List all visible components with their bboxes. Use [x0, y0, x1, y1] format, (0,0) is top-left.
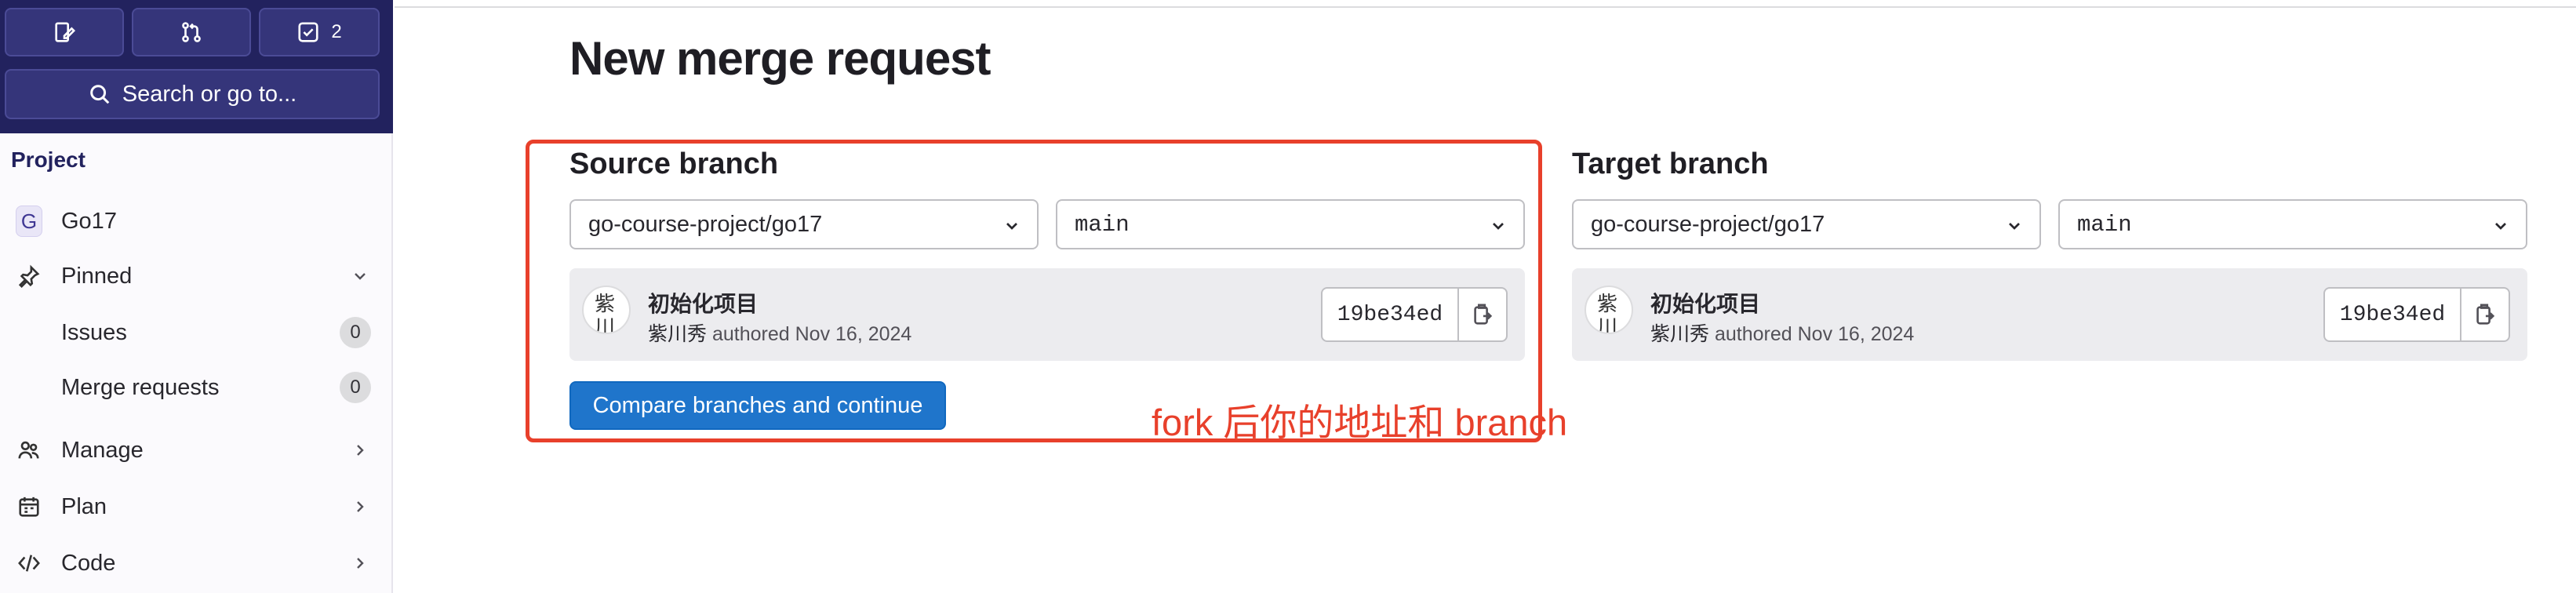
sidebar-item-label: Plan [61, 493, 107, 519]
copy-icon [2476, 304, 2495, 325]
sidebar-item-label: Manage [61, 437, 144, 463]
sidebar-item-code[interactable]: Code [0, 540, 393, 587]
merge-request-icon [182, 22, 201, 42]
sidebar-item-label: Code [61, 550, 116, 576]
todo-checkbox-icon [298, 22, 318, 42]
target-branch-value: main [2077, 211, 2132, 238]
project-avatar: G [16, 206, 42, 237]
sidebar-item-label: Merge requests [61, 374, 220, 400]
commit-sha-button[interactable]: 19be34ed [2325, 289, 2461, 340]
chevron-right-icon [357, 501, 364, 512]
sidebar-item-label: Pinned [61, 263, 133, 289]
page-title: New merge request [569, 32, 991, 85]
sidebar: 2 Search or go to... Project G Go17 Pinn… [0, 0, 393, 593]
issues-count-badge: 0 [340, 317, 371, 348]
copy-sha-button[interactable] [2461, 289, 2509, 340]
chevron-down-icon [2009, 223, 2020, 230]
sidebar-header: 2 Search or go to... [0, 0, 393, 133]
sidebar-item-pinned[interactable]: Pinned [0, 253, 393, 300]
chevron-right-icon [357, 445, 364, 456]
commit-meta: 紫川秀 authored Nov 16, 2024 [1650, 318, 1914, 347]
merge-requests-count-badge: 0 [340, 372, 371, 403]
calendar-icon [16, 493, 42, 520]
target-project-select[interactable]: go-course-project/go17 [1572, 199, 2041, 249]
target-project-value: go-course-project/go17 [1591, 211, 1825, 237]
compose-icon [55, 22, 76, 42]
pin-icon [16, 263, 42, 289]
sidebar-section-title: Project [11, 147, 86, 172]
commit-sha-group: 19be34ed [2323, 287, 2510, 342]
search-label: Search or go to... [122, 81, 297, 107]
annotation-text: fork 后你的地址和 branch [1152, 402, 1568, 443]
sidebar-item-plan[interactable]: Plan [0, 483, 393, 530]
sidebar-item-manage[interactable]: Manage [0, 427, 393, 474]
new-item-button[interactable] [5, 8, 124, 56]
avatar: 紫川 [1585, 286, 1633, 334]
commit-author-link[interactable]: 紫川秀 [1650, 323, 1709, 345]
chevron-down-icon [355, 273, 366, 280]
search-icon [89, 85, 110, 104]
todo-count: 2 [331, 21, 342, 42]
target-branch-select[interactable]: main [2058, 199, 2527, 249]
top-divider [395, 6, 2576, 8]
merge-requests-shortcut-button[interactable] [132, 8, 251, 56]
commit-authored-date: authored Nov 16, 2024 [1714, 323, 1915, 345]
users-icon [16, 437, 42, 464]
sidebar-item-merge-requests[interactable]: Merge requests 0 [0, 364, 393, 411]
sidebar-item-label: Issues [61, 319, 127, 345]
chevron-right-icon [357, 558, 364, 569]
sidebar-item-issues[interactable]: Issues 0 [0, 309, 393, 356]
todo-shortcut-button[interactable]: 2 [259, 8, 380, 56]
project-name: Go17 [61, 208, 117, 234]
chevron-down-icon [2495, 223, 2506, 230]
search-button[interactable]: Search or go to... [5, 69, 380, 119]
commit-title-link[interactable]: 初始化项目 [1650, 287, 1760, 318]
code-icon [16, 550, 42, 577]
target-commit-box: 紫川 初始化项目 紫川秀 authored Nov 16, 2024 19be3… [1572, 268, 2527, 361]
sidebar-item-project[interactable]: G Go17 [0, 198, 393, 245]
target-branch-title: Target branch [1572, 147, 1769, 180]
